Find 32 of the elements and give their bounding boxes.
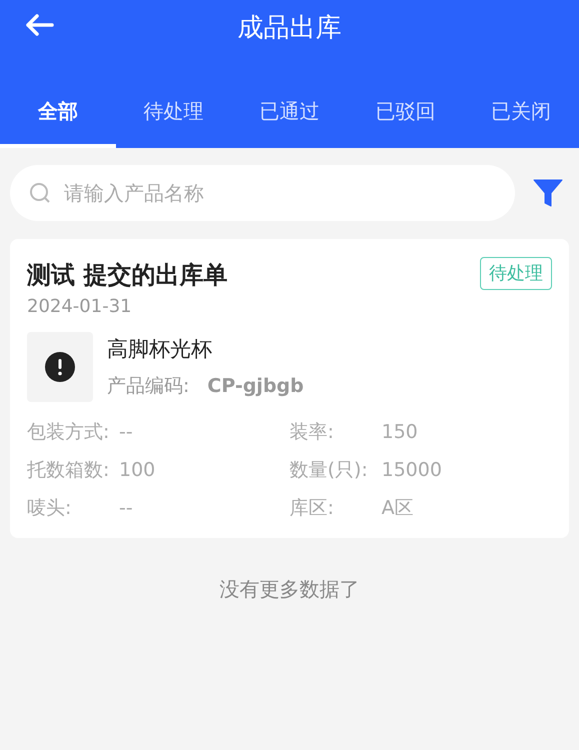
alert-icon [45, 352, 75, 382]
back-arrow-icon[interactable] [24, 13, 54, 37]
product-code: CP-gjbgb [207, 374, 304, 398]
field-value: 100 [119, 458, 156, 483]
filter-icon[interactable] [533, 177, 563, 209]
field-label: 唛头: [27, 496, 72, 521]
field-value: -- [119, 420, 133, 445]
product-name: 高脚杯光杯 [107, 336, 213, 363]
order-date: 2024-01-31 [27, 295, 133, 319]
order-title: 测试 提交的出库单 [27, 260, 228, 291]
search-field[interactable]: 请输入产品名称 [64, 178, 497, 208]
page-title: 成品出库 [238, 12, 342, 44]
search-bar[interactable]: 请输入产品名称 [10, 165, 515, 221]
tab[interactable]: 已驳回 [347, 78, 464, 148]
field-label: 数量(只): [290, 458, 369, 483]
tab[interactable]: 已关闭 [463, 78, 579, 148]
order-card[interactable]: 测试 提交的出库单 待处理 2024-01-31 高脚杯光杯 产品编码: CP-gjbgb 包装方式: -- 装率: 150 托数箱数: 100 数量(只): 15000 唛头: -- 库区: A区 [10, 239, 569, 538]
end-of-list-text: 没有更多数据了 [220, 576, 360, 603]
field-label: 包装方式: [27, 420, 110, 445]
code-label: 产品编码: [107, 374, 190, 398]
status-tag: 待处理 [480, 257, 552, 290]
tab[interactable]: 待处理 [116, 78, 232, 148]
field-label: 装率: [290, 420, 335, 445]
field-value: 150 [382, 420, 418, 445]
field-value: A区 [382, 496, 414, 521]
field-value: -- [119, 496, 133, 521]
field-value: 15000 [382, 458, 442, 483]
field-label: 库区: [290, 496, 335, 521]
field-label: 托数箱数: [27, 458, 110, 483]
tab[interactable]: 已通过 [232, 78, 348, 148]
tab[interactable]: 全部 [0, 78, 116, 148]
search-icon [28, 181, 52, 205]
